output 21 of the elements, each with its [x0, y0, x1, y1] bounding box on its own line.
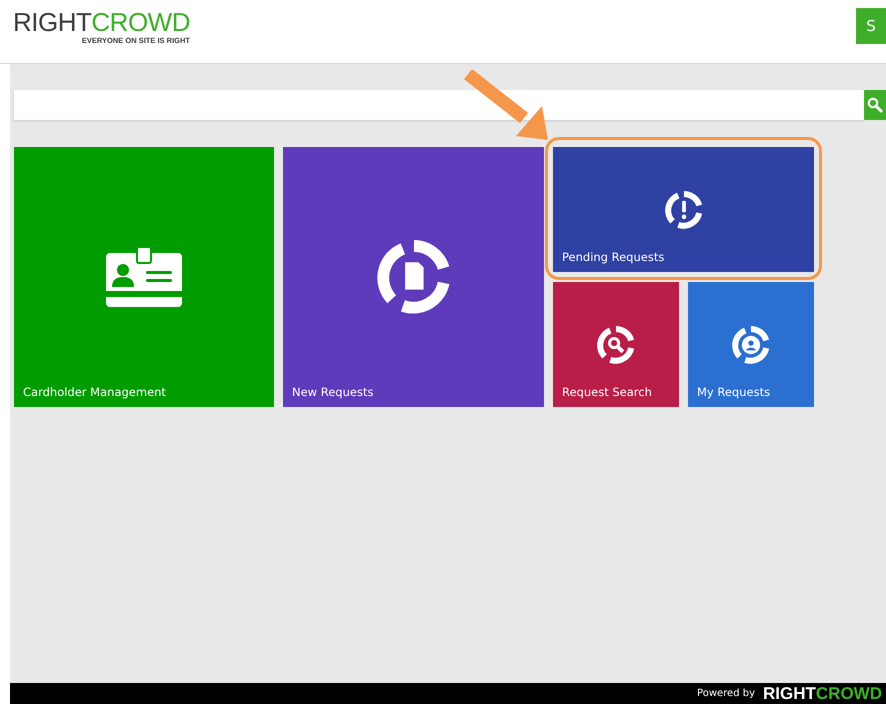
tile-label: Request Search: [562, 385, 652, 399]
app-tile[interactable]: Request Search: [553, 282, 679, 407]
search-button[interactable]: [864, 90, 886, 120]
app-tile[interactable]: Pending Requests: [553, 147, 814, 272]
brand-logo: RIGHTCROWD: [13, 9, 190, 35]
powered-by-text: Powered by: [697, 688, 755, 699]
person-cycle-icon: [732, 326, 770, 364]
app-tile[interactable]: Cardholder Management: [14, 147, 274, 407]
search-cycle-icon: [597, 326, 635, 364]
app-tile[interactable]: New Requests: [283, 147, 544, 407]
tile-label: Cardholder Management: [23, 385, 166, 399]
tile-label: New Requests: [292, 385, 374, 399]
alert-cycle-icon: [664, 190, 702, 228]
search-icon: [867, 97, 883, 113]
app-tile[interactable]: My Requests: [688, 282, 814, 407]
document-cycle-icon: [376, 240, 450, 314]
tile-label: My Requests: [697, 385, 770, 399]
search-field[interactable]: [14, 90, 864, 120]
tile-label: Pending Requests: [562, 250, 664, 264]
footer-logo: RIGHTCROWD: [763, 684, 882, 704]
id-card-icon: [106, 247, 182, 307]
